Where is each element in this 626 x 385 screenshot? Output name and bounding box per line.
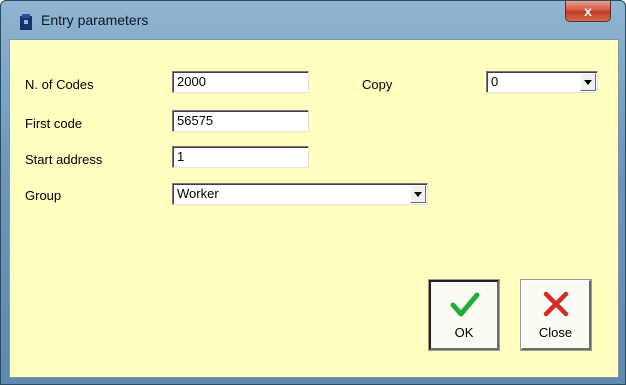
- dialog-body: N. of Codes 2000 Copy 0 First code 56575…: [9, 39, 619, 378]
- group-select-value: Worker: [177, 186, 219, 201]
- ok-button-label: OK: [454, 325, 474, 340]
- x-icon: [543, 291, 569, 317]
- app-icon: [20, 14, 32, 30]
- window-close-button[interactable]: x: [565, 1, 611, 22]
- copy-label: Copy: [362, 77, 393, 92]
- ok-button[interactable]: OK: [428, 279, 500, 351]
- chevron-down-icon[interactable]: [580, 73, 596, 91]
- close-button-label: Close: [538, 325, 573, 340]
- chevron-down-icon[interactable]: [410, 185, 426, 203]
- close-button[interactable]: Close: [520, 279, 592, 351]
- copy-select-value: 0: [491, 74, 499, 89]
- group-label: Group: [25, 188, 62, 203]
- close-icon: x: [584, 3, 592, 19]
- dialog-window: Entry parameters x N. of Codes 2000 Copy…: [0, 0, 626, 385]
- first-code-label: First code: [25, 116, 83, 131]
- start-address-label: Start address: [25, 152, 103, 167]
- first-code-input[interactable]: 56575: [172, 110, 309, 132]
- check-icon: [450, 292, 480, 317]
- title-bar[interactable]: Entry parameters x: [1, 1, 625, 35]
- window-title: Entry parameters: [41, 12, 149, 28]
- copy-select[interactable]: 0: [486, 71, 598, 93]
- codes-label: N. of Codes: [25, 77, 94, 92]
- group-select[interactable]: Worker: [172, 183, 428, 205]
- codes-input[interactable]: 2000: [172, 71, 309, 93]
- start-address-input[interactable]: 1: [172, 146, 309, 168]
